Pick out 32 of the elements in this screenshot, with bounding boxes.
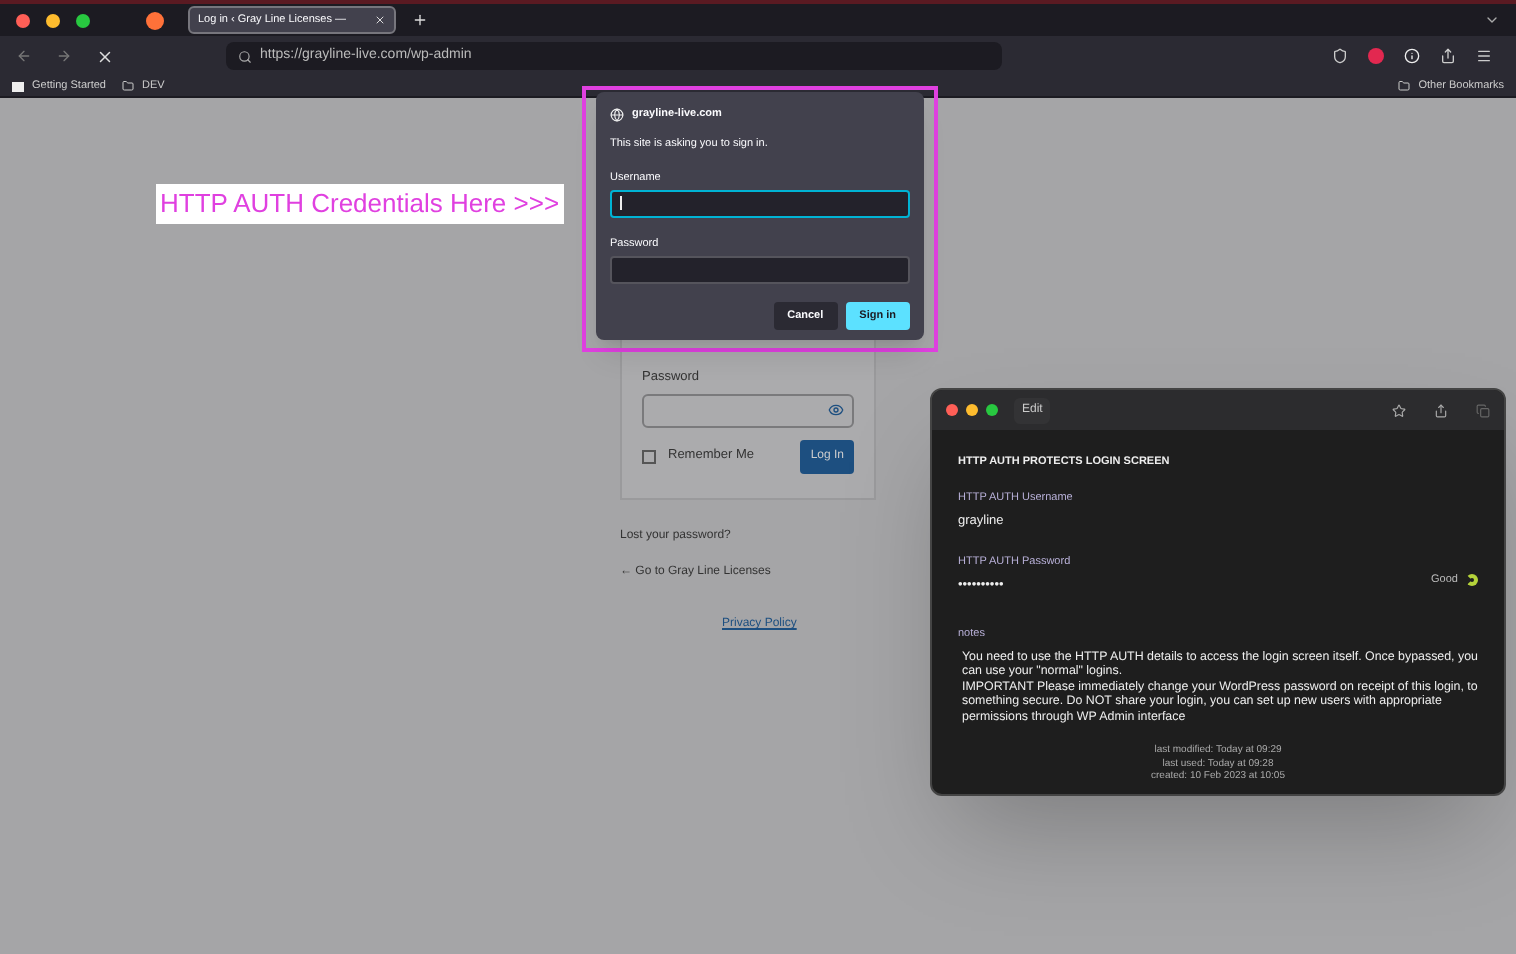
info-icon[interactable]: [1404, 48, 1420, 64]
tab-close-icon[interactable]: [374, 14, 386, 26]
maximize-window-icon[interactable]: [986, 404, 998, 416]
shield-icon[interactable]: [1332, 48, 1348, 64]
input-field[interactable]: [610, 189, 910, 218]
share-icon[interactable]: [1434, 403, 1448, 417]
minimize-window-icon[interactable]: [966, 404, 978, 416]
menu-icon[interactable]: [1476, 48, 1492, 64]
tab-list-icon[interactable]: [1484, 12, 1500, 28]
close-window-icon[interactable]: [16, 13, 30, 27]
password-input[interactable]: [642, 393, 854, 428]
stop-icon[interactable]: [96, 47, 114, 65]
copy-icon[interactable]: [1476, 403, 1490, 417]
new-tab-icon[interactable]: [412, 12, 428, 28]
star-icon[interactable]: [1392, 403, 1406, 417]
folder-icon: [1398, 80, 1411, 92]
show-password-icon[interactable]: [828, 402, 844, 419]
share-icon[interactable]: [1440, 48, 1456, 64]
close-window-icon[interactable]: [946, 404, 958, 416]
globe-icon: [610, 107, 624, 122]
input-field[interactable]: [610, 256, 910, 284]
folder-icon: [122, 80, 134, 92]
annotation-label: HTTP AUTH Credentials Here >>>: [156, 184, 564, 223]
back-icon[interactable]: [16, 48, 32, 64]
remember-checkbox[interactable]: [642, 449, 656, 464]
browser-logo-icon: [146, 11, 164, 29]
maximize-window-icon[interactable]: [76, 13, 90, 27]
minimize-window-icon[interactable]: [46, 13, 60, 27]
forward-icon[interactable]: [56, 48, 72, 64]
strength-ring-icon: [1466, 574, 1478, 587]
search-icon: [238, 49, 252, 63]
bookmark-icon: [12, 81, 24, 91]
